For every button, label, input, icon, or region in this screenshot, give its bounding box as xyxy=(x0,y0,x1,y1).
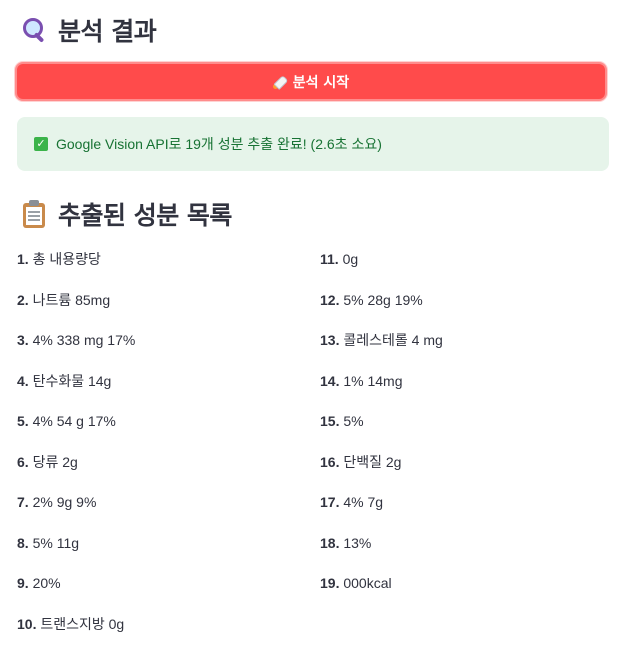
ingredient-item: 1. 총 내용량당 xyxy=(17,249,135,290)
magnifier-icon xyxy=(20,16,48,44)
ingredient-item: 7. 2% 9g 9% xyxy=(17,492,135,533)
ingredient-item: 16. 단백질 2g xyxy=(320,452,443,493)
check-mark-icon: ✓ xyxy=(34,137,48,151)
ingredient-item: 18. 13% xyxy=(320,533,443,574)
ingredients-column-right: 11. 0g 12. 5% 28g 19% 13. 콜레스테롤 4 mg 14.… xyxy=(320,249,443,614)
success-message: Google Vision API로 19개 성분 추출 완료! (2.6초 소… xyxy=(56,134,382,154)
clipboard-icon xyxy=(20,200,48,228)
ingredient-item: 6. 당류 2g xyxy=(17,452,135,493)
start-analysis-button[interactable]: 분석 시작 xyxy=(15,62,607,101)
ingredient-item: 3. 4% 338 mg 17% xyxy=(17,330,135,371)
ingredient-item: 4. 탄수화물 14g xyxy=(17,371,135,412)
ingredient-item: 11. 0g xyxy=(320,249,443,290)
ingredient-item: 15. 5% xyxy=(320,411,443,452)
ingredient-item: 19. 000kcal xyxy=(320,573,443,614)
start-analysis-label: 분석 시작 xyxy=(293,72,349,92)
ingredients-title: 추출된 성분 목록 xyxy=(58,196,232,232)
ingredient-item: 13. 콜레스테롤 4 mg xyxy=(320,330,443,371)
ingredients-column-left: 1. 총 내용량당 2. 나트륨 85mg 3. 4% 338 mg 17% 4… xyxy=(17,249,135,654)
ingredient-item: 12. 5% 28g 19% xyxy=(320,290,443,331)
ingredient-item: 17. 4% 7g xyxy=(320,492,443,533)
ingredient-item: 9. 20% xyxy=(17,573,135,614)
ingredient-item: 8. 5% 11g xyxy=(17,533,135,574)
ingredient-item: 2. 나트륨 85mg xyxy=(17,290,135,331)
analysis-result-title: 분석 결과 xyxy=(58,12,156,48)
ingredients-heading: 추출된 성분 목록 xyxy=(20,196,232,232)
ingredient-item: 5. 4% 54 g 17% xyxy=(17,411,135,452)
ingredient-item: 14. 1% 14mg xyxy=(320,371,443,412)
analysis-result-heading: 분석 결과 xyxy=(20,12,156,48)
success-alert: ✓ Google Vision API로 19개 성분 추출 완료! (2.6초… xyxy=(17,117,609,171)
rocket-icon xyxy=(273,75,287,89)
